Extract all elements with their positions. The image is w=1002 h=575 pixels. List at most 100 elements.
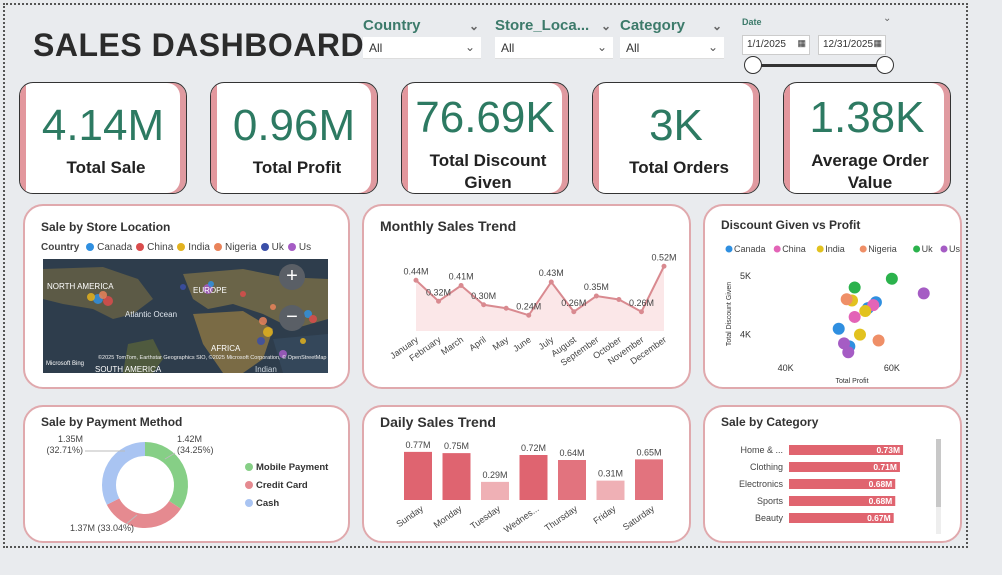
- line-point[interactable]: [571, 309, 577, 315]
- bar[interactable]: [481, 481, 509, 500]
- data-label: 0.43M: [539, 268, 564, 278]
- bar[interactable]: [519, 455, 548, 500]
- scrollbar-track[interactable]: [936, 439, 941, 534]
- scatter-point[interactable]: [885, 272, 898, 285]
- line-point[interactable]: [661, 263, 667, 269]
- legend-label: China: [782, 244, 806, 254]
- kpi-total-orders: 3K Total Orders: [592, 82, 760, 194]
- legend-dot: [260, 243, 269, 251]
- store-marker[interactable]: [180, 284, 186, 290]
- scrollbar-thumb[interactable]: [936, 439, 941, 507]
- date-range-start-handle[interactable]: [744, 56, 762, 74]
- map-area[interactable]: NORTH AMERICA EUROPE Atlantic Ocean AFRI…: [43, 259, 328, 373]
- legend-dot: [287, 243, 296, 251]
- store-marker[interactable]: [270, 304, 276, 310]
- x-tick-label: March: [439, 334, 465, 357]
- store-marker[interactable]: [257, 337, 265, 345]
- start-date-input[interactable]: 1/1/2025 ▦: [742, 35, 810, 55]
- legend-title: Country: [41, 242, 80, 253]
- bing-logo: Microsoft Bing: [46, 361, 84, 367]
- slice-label-value: 1.35M: [58, 434, 83, 444]
- line-point[interactable]: [638, 309, 644, 315]
- legend-label: Nigeria: [868, 244, 897, 254]
- legend-item-india: India: [177, 242, 210, 253]
- line-point[interactable]: [413, 277, 419, 283]
- data-label: 0.73M: [876, 445, 900, 455]
- line-point[interactable]: [436, 298, 442, 304]
- bar[interactable]: [596, 480, 625, 500]
- chevron-down-icon[interactable]: ⌄: [601, 15, 611, 37]
- bar[interactable]: [558, 460, 586, 500]
- store-dropdown[interactable]: All ⌄: [495, 37, 613, 59]
- store-slicer-label: Store_Loca...: [495, 17, 590, 34]
- donut-slice[interactable]: [102, 442, 146, 505]
- date-range-end-handle[interactable]: [876, 56, 894, 74]
- calendar-icon[interactable]: ▦: [797, 38, 806, 49]
- data-label: 0.68M: [869, 479, 893, 489]
- store-marker[interactable]: [87, 293, 95, 301]
- scatter-point[interactable]: [859, 305, 872, 318]
- y-tick-label: Beauty: [755, 513, 784, 523]
- x-tick-label: 40K: [778, 363, 794, 373]
- map-card: Sale by Store Location Country Canada Chi…: [23, 204, 350, 389]
- scatter-point[interactable]: [832, 322, 845, 335]
- legend-dot: [245, 481, 253, 489]
- chevron-down-icon[interactable]: ⌄: [883, 13, 891, 24]
- zoom-out-icon[interactable]: −: [279, 305, 305, 331]
- line-point[interactable]: [458, 283, 464, 288]
- country-slicer[interactable]: Country ⌄ All ⌄: [363, 15, 481, 59]
- bar[interactable]: [442, 453, 471, 500]
- calendar-icon[interactable]: ▦: [873, 38, 882, 49]
- data-label: 0.26M: [561, 298, 586, 308]
- scatter-point[interactable]: [917, 287, 930, 300]
- country-dropdown[interactable]: All ⌄: [363, 37, 481, 59]
- scatter-point[interactable]: [848, 281, 861, 294]
- chevron-down-icon: ⌄: [707, 40, 718, 54]
- legend-label: Cash: [256, 498, 279, 509]
- line-point[interactable]: [548, 279, 554, 285]
- bar[interactable]: [635, 459, 663, 500]
- kpi-total-discount: 76.69K Total Discount Given: [401, 82, 569, 194]
- end-date-input[interactable]: 12/31/2025 ▦: [818, 35, 886, 55]
- chevron-down-icon[interactable]: ⌄: [469, 15, 479, 37]
- slice-label-percent: (32.71%): [46, 445, 83, 455]
- scatter-point[interactable]: [853, 328, 866, 341]
- category-dropdown[interactable]: All ⌄: [620, 37, 724, 59]
- chevron-down-icon[interactable]: ⌄: [712, 15, 722, 37]
- data-label: 0.29M: [482, 470, 507, 480]
- y-tick-label: Sports: [757, 496, 784, 506]
- category-value: All: [626, 41, 640, 55]
- store-marker[interactable]: [263, 327, 273, 337]
- data-label: 0.65M: [636, 447, 661, 457]
- x-axis-title: Total Profit: [835, 378, 868, 385]
- line-point[interactable]: [503, 305, 509, 311]
- line-point[interactable]: [481, 302, 487, 308]
- category-slicer-label: Category: [620, 17, 686, 34]
- scatter-point[interactable]: [872, 334, 885, 347]
- store-marker[interactable]: [309, 315, 317, 323]
- scatter-point[interactable]: [840, 293, 853, 306]
- scatter-point[interactable]: [842, 346, 855, 359]
- store-marker[interactable]: [300, 338, 306, 344]
- data-label: 0.44M: [403, 266, 428, 276]
- legend-item-uk: Uk: [260, 242, 284, 253]
- store-marker[interactable]: [240, 291, 246, 297]
- dashboard-canvas: SALES DASHBOARD Country ⌄ All ⌄ Store_Loca…: [0, 0, 1002, 575]
- legend-label: Us: [949, 244, 960, 254]
- zoom-in-icon[interactable]: +: [279, 264, 305, 290]
- category-slicer[interactable]: Category ⌄ All ⌄: [620, 15, 724, 59]
- bar[interactable]: [404, 451, 432, 500]
- donut-slice[interactable]: [106, 497, 181, 528]
- store-marker[interactable]: [259, 317, 267, 325]
- donut-slice[interactable]: [144, 442, 188, 509]
- legend-dot: [913, 245, 921, 253]
- line-point[interactable]: [616, 297, 622, 302]
- data-label: 0.52M: [651, 252, 676, 262]
- legend-label: Canada: [734, 244, 766, 254]
- scatter-point[interactable]: [848, 310, 861, 323]
- store-location-slicer[interactable]: Store_Loca... ⌄ All ⌄: [495, 15, 613, 59]
- line-point[interactable]: [526, 312, 532, 318]
- store-marker[interactable]: [99, 291, 107, 299]
- line-point[interactable]: [593, 293, 599, 299]
- label-atlantic: Atlantic Ocean: [125, 310, 177, 319]
